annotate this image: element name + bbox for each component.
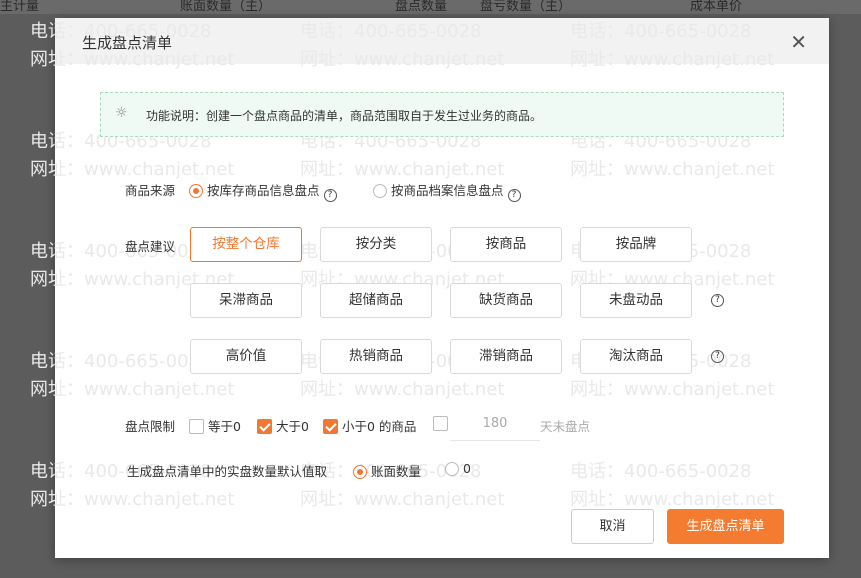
watermark-text: 网址：www.chanjet.net [570, 379, 775, 400]
watermark-text: 网址：www.chanjet.net [30, 489, 235, 510]
source-option-archive[interactable]: 按商品档案信息盘点? [373, 180, 521, 202]
radio-selected[interactable] [353, 465, 367, 479]
column-header: 盘点数量 [395, 0, 448, 14]
generate-inventory-list-dialog: 电话：400-665-0028 网址：www.chanjet.net 电话：400-… [30, 18, 829, 558]
suggest-button[interactable]: 按商品 [450, 227, 562, 262]
suggest-button[interactable]: 超储商品 [320, 283, 432, 318]
days-input[interactable]: 180 [450, 409, 540, 441]
column-header: 主计量 [0, 0, 40, 14]
suggest-button[interactable]: 淘汰商品 [580, 339, 692, 374]
checkbox[interactable] [189, 419, 204, 434]
days-suffix: 天未盘点 [540, 419, 591, 434]
feature-tip: ☼ 功能说明：创建一个盘点商品的清单，商品范围取自于发生过业务的商品。 [100, 92, 784, 137]
watermark-text: 网址：www.chanjet.net [300, 379, 505, 400]
suggest-button[interactable]: 呆滞商品 [190, 283, 302, 318]
default-qty-book[interactable]: 账面数量 [353, 461, 421, 480]
source-label: 商品来源 [125, 183, 176, 198]
option-label: 等于0 [208, 419, 241, 434]
option-label: 按商品档案信息盘点 [391, 183, 504, 198]
suggest-label: 盘点建议 [125, 239, 176, 254]
option-label: 账面数量 [371, 464, 422, 479]
limit-equal-zero[interactable]: 等于0 [189, 416, 241, 435]
suggest-button[interactable]: 滞销商品 [450, 339, 562, 374]
checkbox[interactable] [433, 416, 448, 431]
option-label: 小于0 的商品 [342, 419, 417, 434]
help-icon[interactable]: ? [711, 294, 724, 307]
radio[interactable] [445, 462, 459, 476]
source-option-stock[interactable]: 按库存商品信息盘点? [189, 180, 337, 202]
suggest-button[interactable]: 按品牌 [580, 227, 692, 262]
help-icon[interactable]: ? [507, 189, 521, 202]
suggest-button[interactable]: 按整个仓库 [190, 227, 302, 262]
watermark-text: 网址：www.chanjet.net [570, 159, 775, 180]
radio[interactable] [373, 184, 387, 198]
close-icon[interactable]: ✕ [790, 30, 807, 54]
suggest-button[interactable]: 热销商品 [320, 339, 432, 374]
suggest-button[interactable]: 缺货商品 [450, 283, 562, 318]
background-table-header: 主计量 账面数量（主） 盘点数量 盘亏数量（主） 成本单价 [0, 0, 861, 14]
option-label: 大于0 [276, 419, 309, 434]
column-header: 盘亏数量（主） [480, 0, 572, 14]
limit-greater-zero[interactable]: 大于0 [257, 416, 309, 435]
generate-button[interactable]: 生成盘点清单 [667, 509, 784, 544]
watermark-text: 网址：www.chanjet.net [30, 379, 235, 400]
option-label: 0 [463, 461, 471, 476]
option-label: 按库存商品信息盘点 [207, 183, 320, 198]
checkbox-checked[interactable] [257, 419, 272, 434]
tip-text: 功能说明：创建一个盘点商品的清单，商品范围取自于发生过业务的商品。 [146, 109, 543, 123]
watermark-text: 电话：400-665-0028 [30, 351, 212, 372]
limit-less-zero[interactable]: 小于0 的商品 [323, 416, 416, 435]
suggest-button[interactable]: 按分类 [320, 227, 432, 262]
dialog-title: 生成盘点清单 [82, 34, 173, 52]
lightbulb-icon: ☼ [115, 105, 128, 121]
help-icon[interactable]: ? [711, 350, 724, 363]
suggest-button[interactable]: 未盘动品 [580, 283, 692, 318]
help-icon[interactable]: ? [323, 189, 337, 202]
watermark-text: 电话：400-665-0028 [570, 461, 752, 482]
checkbox-checked[interactable] [323, 419, 338, 434]
default-qty-label: 生成盘点清单中的实盘数量默认值取 [127, 464, 328, 479]
limit-label: 盘点限制 [125, 419, 176, 434]
watermark-text: 网址：www.chanjet.net [300, 489, 505, 510]
suggest-button[interactable]: 高价值 [190, 339, 302, 374]
default-qty-zero[interactable]: 0 [445, 461, 471, 476]
column-header: 账面数量（主） [180, 0, 272, 14]
watermark-text: 电话：400-665-0028 [30, 241, 212, 262]
column-header: 成本单价 [690, 0, 743, 14]
radio-selected[interactable] [189, 184, 203, 198]
cancel-button[interactable]: 取消 [571, 509, 654, 544]
